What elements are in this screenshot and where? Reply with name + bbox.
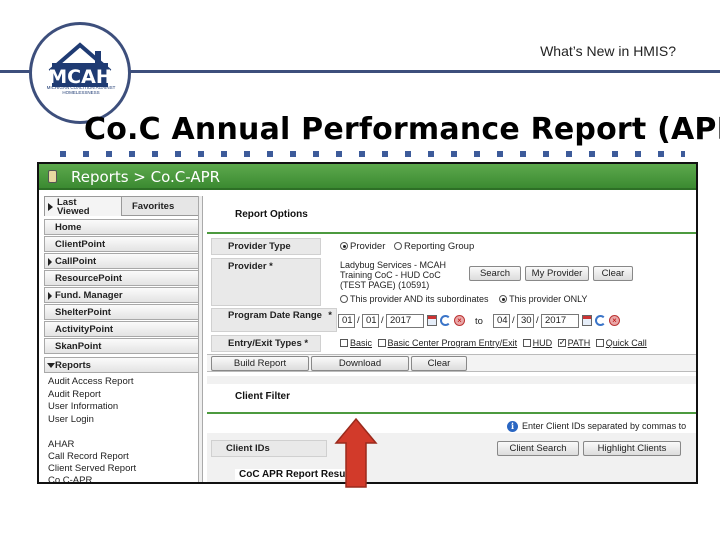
client-filter-heading: Client Filter bbox=[235, 391, 291, 402]
section-rule bbox=[207, 232, 696, 234]
clear-button[interactable]: Clear bbox=[411, 356, 467, 371]
expand-icon bbox=[48, 258, 52, 266]
end-year-input[interactable]: 2017 bbox=[541, 314, 579, 328]
nav-item-activitypoint[interactable]: ActivityPoint bbox=[44, 321, 199, 337]
start-clear-icon[interactable]: × bbox=[454, 315, 465, 326]
expand-icon bbox=[48, 203, 53, 211]
spacer bbox=[207, 376, 696, 384]
checkbox-basic[interactable]: Basic bbox=[340, 338, 372, 348]
nav-item-fund-manager[interactable]: Fund. Manager bbox=[44, 287, 199, 303]
checkbox-quick-call[interactable]: Quick Call bbox=[595, 338, 647, 348]
provider-label: Provider * bbox=[211, 258, 321, 306]
client-ids-hint: Enter Client IDs separated by commas to bbox=[522, 421, 687, 431]
provider-value: Ladybug Services - MCAH Training CoC - H… bbox=[340, 260, 447, 290]
highlight-clients-button[interactable]: Highlight Clients bbox=[583, 441, 681, 456]
date-to-label: to bbox=[475, 316, 483, 327]
slide-subtitle: What’s New in HMIS? bbox=[540, 43, 676, 59]
breadcrumb: Reports > Co.C-APR bbox=[71, 168, 221, 186]
my-provider-button[interactable]: My Provider bbox=[525, 266, 589, 281]
entry-exit-checkboxes: Basic Basic Center Program Entry/Exit HU… bbox=[340, 337, 647, 348]
tab-last-viewed[interactable]: Last Viewed bbox=[44, 196, 122, 216]
provider-type-label: Provider Type bbox=[211, 238, 321, 255]
client-search-button[interactable]: Client Search bbox=[497, 441, 579, 456]
nav-item-reports[interactable]: Reports bbox=[44, 357, 199, 373]
radio-provider-and-subordinates[interactable]: This provider AND its subordinates bbox=[340, 294, 489, 304]
expand-icon bbox=[48, 292, 52, 300]
start-reset-icon[interactable] bbox=[440, 315, 451, 326]
provider-search-button[interactable]: Search bbox=[469, 266, 521, 281]
mcah-logo-mark: MCAH bbox=[48, 42, 112, 88]
end-clear-icon[interactable]: × bbox=[609, 315, 620, 326]
nav-item-callpoint[interactable]: CallPoint bbox=[44, 253, 199, 269]
nav-link-user-login[interactable]: User Login bbox=[48, 414, 94, 425]
nav-splitter[interactable] bbox=[198, 196, 203, 482]
report-options-heading: Report Options bbox=[235, 209, 308, 220]
entry-exit-types-label: Entry/Exit Types * bbox=[211, 335, 321, 352]
nav-link-coc-apr[interactable]: Co.C-APR bbox=[48, 475, 92, 482]
nav-item-resourcepoint[interactable]: ResourcePoint bbox=[44, 270, 199, 286]
page-icon bbox=[48, 170, 57, 183]
nav-item-shelterpoint[interactable]: ShelterPoint bbox=[44, 304, 199, 320]
app-title-bar: Reports > Co.C-APR bbox=[39, 164, 696, 190]
radio-reporting-group[interactable]: Reporting Group bbox=[394, 241, 474, 252]
nav-link-ahar[interactable]: AHAR bbox=[48, 439, 74, 450]
download-button[interactable]: Download bbox=[311, 356, 409, 371]
mcah-logo: MCAH MICHIGAN COALITION AGAINST HOMELESS… bbox=[29, 22, 131, 124]
info-icon: i bbox=[507, 421, 518, 432]
provider-clear-button[interactable]: Clear bbox=[593, 266, 633, 281]
start-year-input[interactable]: 2017 bbox=[386, 314, 424, 328]
end-day-input[interactable]: 30 bbox=[517, 314, 534, 328]
nav-item-home[interactable]: Home bbox=[44, 219, 199, 235]
start-day-input[interactable]: 01 bbox=[362, 314, 379, 328]
tab-favorites[interactable]: Favorites bbox=[122, 196, 199, 216]
slide-title: Co.C Annual Performance Report (APR) bbox=[84, 112, 720, 147]
collapse-icon bbox=[47, 363, 55, 368]
radio-provider[interactable]: Provider bbox=[340, 241, 385, 252]
radio-provider-only[interactable]: This provider ONLY bbox=[499, 294, 587, 304]
nav-tabs: Last Viewed Favorites bbox=[44, 196, 199, 216]
nav-item-skanpoint[interactable]: SkanPoint bbox=[44, 338, 199, 354]
end-reset-icon[interactable] bbox=[595, 315, 606, 326]
nav-link-audit-access-report[interactable]: Audit Access Report bbox=[48, 376, 134, 387]
program-date-range-label: Program Date Range * bbox=[211, 308, 337, 332]
start-calendar-icon[interactable] bbox=[427, 315, 437, 326]
end-month-input[interactable]: 04 bbox=[493, 314, 510, 328]
dotted-divider bbox=[60, 151, 685, 157]
start-month-input[interactable]: 01 bbox=[338, 314, 355, 328]
nav-link-user-information[interactable]: User Information bbox=[48, 401, 118, 412]
nav-link-client-served-report[interactable]: Client Served Report bbox=[48, 463, 136, 474]
nav-link-call-record-report[interactable]: Call Record Report bbox=[48, 451, 129, 462]
section-rule bbox=[207, 412, 696, 414]
logo-caption: MICHIGAN COALITION AGAINST HOMELESSNESS bbox=[46, 85, 116, 95]
provider-type-radios: Provider Reporting Group bbox=[340, 241, 474, 252]
left-nav: Last Viewed Favorites Home ClientPoint C… bbox=[44, 196, 199, 482]
build-report-button[interactable]: Build Report bbox=[211, 356, 309, 371]
report-panel: Report Options Provider Type Provider Re… bbox=[207, 196, 696, 482]
checkbox-basic-center[interactable]: Basic Center Program Entry/Exit bbox=[377, 338, 517, 348]
nav-link-audit-report[interactable]: Audit Report bbox=[48, 389, 101, 400]
end-calendar-icon[interactable] bbox=[582, 315, 592, 326]
checkbox-hud[interactable]: HUD bbox=[522, 338, 552, 348]
client-ids-label: Client IDs bbox=[211, 440, 327, 457]
red-up-arrow-annotation bbox=[334, 417, 378, 488]
nav-item-clientpoint[interactable]: ClientPoint bbox=[44, 236, 199, 252]
checkbox-path[interactable]: PATH bbox=[557, 337, 590, 348]
scope-radios: This provider AND its subordinates This … bbox=[340, 294, 587, 304]
